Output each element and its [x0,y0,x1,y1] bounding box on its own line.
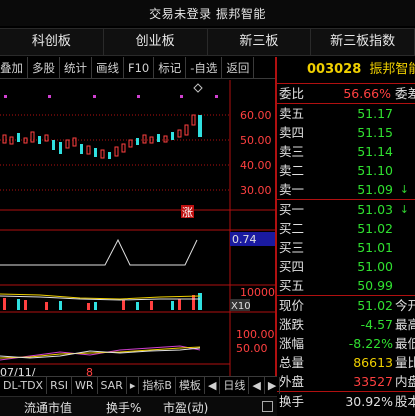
macd-label-100: 100.00 [236,328,275,341]
price-label-60: 60.00 [240,109,272,122]
bid-row[interactable]: 买一 51.03 ↓ [277,200,415,219]
indicator-tabs: DL-TDX RSI WR SAR ▸ 指标B 模板 ◀ 日线 ◀ ▶ [0,376,281,394]
pe-label: 市盈(动) [163,401,209,415]
float-market-value-label: 流通市值 [24,401,73,415]
window-title: 交易未登录 振邦智能 [149,7,266,21]
multi-stock-button[interactable]: 多股 [28,57,60,78]
mark-button[interactable]: 标记 [154,57,187,78]
tab-star-market[interactable]: 科创板 [0,29,104,55]
ask-row[interactable]: 卖四 51.15 [277,123,415,142]
down-arrow-icon: ↓ [399,183,409,196]
tab-sar[interactable]: SAR [98,377,127,394]
volume-multiplier: X10 [231,301,251,312]
candlestick-chart[interactable]: 60.00 50.00 40.00 30.00 涨 0.74 10000 X10… [0,80,275,388]
ask-row[interactable]: 卖二 51.10 [277,161,415,180]
bid-row[interactable]: 买三 51.01 [277,238,415,257]
stat-row: 换手 30.92% 股本 [279,394,415,409]
scroll-left-icon[interactable]: ◀ [205,377,221,394]
stat-row: 现价 51.02 今开 [279,298,415,313]
indicator-value: 0.74 [232,233,257,246]
prev-icon[interactable]: ◀ [249,377,265,394]
tab-neeq-index[interactable]: 新三板指数 [311,29,415,55]
price-label-50: 50.00 [240,134,272,147]
more-tabs-icon[interactable]: ▸ [127,377,140,394]
volume-label: 10000 [240,286,275,299]
period-daily[interactable]: 日线 [220,377,250,394]
down-arrow-icon: ↓ [399,203,409,216]
statistics-button[interactable]: 统计 [60,57,92,78]
weibi-value: 56.66% [343,86,391,101]
turnover-label: 换手% [106,401,142,415]
back-button[interactable]: 返回 [222,57,255,78]
ask-row[interactable]: 卖一 51.09 ↓ [277,180,415,199]
stat-row: 外盘 33527 内盘 [279,374,415,389]
stat-row: 总量 86613 量比 [279,355,415,370]
title-bar: 交易未登录 振邦智能 [0,0,415,26]
tab-rsi[interactable]: RSI [47,377,72,394]
limit-up-badge: 涨 [182,206,193,219]
remove-watchlist-button[interactable]: -自选 [186,57,223,78]
overlay-button[interactable]: 叠加 [0,57,28,78]
bid-row[interactable]: 买五 50.99 [277,276,415,295]
market-tabs: 科创板 创业板 新三板 新三板指数 [0,28,415,56]
price-label-30: 30.00 [240,184,272,197]
weibi-extra: 委差 [395,86,415,101]
tab-wr[interactable]: WR [72,377,98,394]
ask-row[interactable]: 卖五 51.17 [277,104,415,123]
event-markers [4,95,218,98]
diamond-icon[interactable] [193,83,203,93]
price-label-40: 40.00 [240,159,272,172]
weibi-row: 委比 56.66% 委差 [277,84,415,103]
quote-panel: 003028 振邦智能 委比 56.66% 委差 卖五 51.17 卖四 51.15… [277,57,415,409]
bid-row[interactable]: 买二 51.02 [277,219,415,238]
macd-label-50: 50.00 [236,342,268,355]
f10-button[interactable]: F10 [124,57,155,78]
tab-template[interactable]: 模板 [176,377,205,394]
tab-indicator-b[interactable]: 指标B [139,377,176,394]
chart-toolbar: 叠加 多股 统计 画线 F10 标记 -自选 返回 [0,57,275,79]
stat-row: 涨幅 -8.22% 最低 [279,336,415,351]
checkbox[interactable] [262,401,273,412]
tab-chinext[interactable]: 创业板 [104,29,208,55]
bid-row[interactable]: 买四 51.00 [277,257,415,276]
stat-row: 涨跌 -4.57 最高 [279,317,415,332]
draw-line-button[interactable]: 画线 [92,57,124,78]
stock-header: 003028 振邦智能 [277,57,415,83]
ask-row[interactable]: 卖三 51.14 [277,142,415,161]
stock-code: 003028 [307,62,362,77]
candles [2,114,202,159]
weibi-label: 委比 [279,86,305,101]
stock-name: 振邦智能 [369,62,415,77]
bottom-status: 流通市值 换手% 市盈(动) [0,396,277,416]
next-icon[interactable]: ▶ [265,377,281,394]
tab-dltdx[interactable]: DL-TDX [0,377,48,394]
tab-neeq[interactable]: 新三板 [208,29,312,55]
